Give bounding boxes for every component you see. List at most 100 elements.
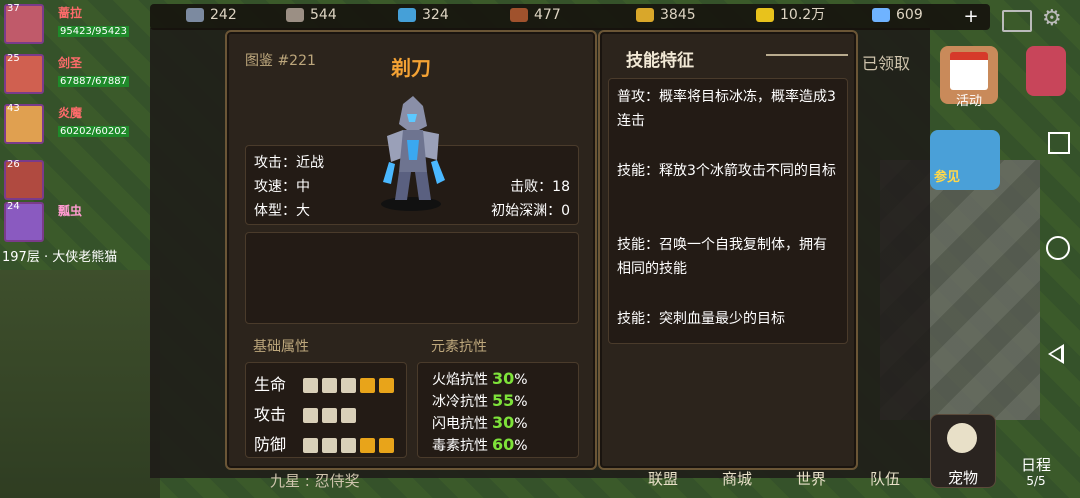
elem-res-title: 元素抗性 <box>431 339 487 355</box>
member-name: 蔷拉 <box>58 6 83 20</box>
chest-icon[interactable] <box>1026 46 1066 96</box>
tab-shop[interactable]: 商城 <box>722 468 752 489</box>
res-value: 30 <box>492 369 515 388</box>
rating-pip <box>360 438 376 453</box>
mail-icon[interactable] <box>1002 10 1032 32</box>
res-row-lightning: 闪电抗性 30% <box>432 413 528 433</box>
pet-button[interactable]: 宠物 <box>930 414 996 488</box>
pet-label: 宠物 <box>947 469 978 487</box>
resource-value: 477 <box>534 7 561 23</box>
join-button[interactable]: 参见 <box>930 130 1000 190</box>
rating-pip <box>303 378 319 393</box>
attr-label: 攻击 <box>254 405 287 424</box>
resource-counter: 544 <box>286 4 337 26</box>
skill-panel: 技能特征 普攻：概率将目标冰冻，概率造成3连击 技能：释放3个冰箭攻击不同的目标… <box>598 30 858 470</box>
party-member[interactable]: 24 瓢虫 <box>4 201 144 242</box>
res-value: 30 <box>492 413 515 432</box>
member-hp: 67887/67887 <box>58 76 129 87</box>
party-member[interactable]: 26 <box>4 159 144 200</box>
body-size: 体型：大 <box>254 203 310 219</box>
attr-rating <box>303 405 360 424</box>
resource-value: 609 <box>896 7 923 23</box>
recent-apps-icon[interactable] <box>1048 132 1070 154</box>
rating-pip <box>341 408 357 423</box>
resource-value: 324 <box>422 7 449 23</box>
monster-portrait <box>381 96 445 211</box>
resource-counter: 324 <box>398 4 449 26</box>
add-diamond-button[interactable]: + <box>962 8 980 26</box>
member-level: 26 <box>7 159 20 170</box>
res-value: 60 <box>492 435 515 454</box>
rating-pip <box>322 438 338 453</box>
back-icon[interactable] <box>1048 344 1064 364</box>
member-name: 炎魔 <box>58 106 83 120</box>
skill-panel-title: 技能特征 <box>626 51 694 71</box>
resource-counter: 10.2万 <box>756 4 825 26</box>
attr-label: 生命 <box>254 375 287 394</box>
floor-label: 197层 · 大侠老熊猫 <box>2 250 118 265</box>
member-name: 瓢虫 <box>58 204 83 218</box>
gear-icon[interactable]: ⚙ <box>1042 6 1062 31</box>
resource-counter: 477 <box>510 4 561 26</box>
schedule-button[interactable]: 日程 5/5 <box>1004 400 1068 490</box>
rating-pip <box>322 408 338 423</box>
title-divider <box>766 54 848 56</box>
rating-pip <box>379 438 395 453</box>
rating-pip <box>379 378 395 393</box>
start-depth: 初始深渊：0 <box>491 203 570 219</box>
paw-icon <box>947 423 977 453</box>
member-level: 24 <box>7 201 20 212</box>
mountain-icon <box>186 8 204 22</box>
tab-world[interactable]: 世界 <box>796 468 826 489</box>
res-label: 冰冷抗性 <box>432 394 488 410</box>
res-row-fire: 火焰抗性 30% <box>432 369 528 389</box>
defeat-count: 击败：18 <box>510 179 570 195</box>
member-hp: 95423/95423 <box>58 26 129 37</box>
resource-counter: 242 <box>186 4 237 26</box>
home-icon[interactable] <box>1046 236 1070 260</box>
description-box <box>245 232 579 324</box>
attr-row-def: 防御 <box>254 431 398 454</box>
res-unit: % <box>514 438 528 454</box>
skill-list: 普攻：概率将目标冰冻，概率造成3连击 技能：释放3个冰箭攻击不同的目标 技能：召… <box>608 78 848 344</box>
join-label: 参见 <box>934 170 961 185</box>
res-value: 55 <box>492 391 515 410</box>
battle-area <box>0 270 160 498</box>
rating-pip <box>341 378 357 393</box>
party-member[interactable]: 43 炎魔 60202/60202 <box>4 103 144 144</box>
resource-value: 544 <box>310 7 337 23</box>
member-level: 25 <box>7 53 20 64</box>
attr-rating <box>303 435 398 454</box>
member-level: 37 <box>7 3 20 14</box>
tab-team[interactable]: 队伍 <box>870 468 900 489</box>
monster-detail-panel: 图鉴 #221 剃刀 攻击：近战 攻速：中 体型：大 击败：18 初始深渊：0 … <box>225 30 597 470</box>
party-member[interactable]: 37 蔷拉 95423/95423 <box>4 3 144 44</box>
member-name: 剑圣 <box>58 56 83 70</box>
rating-pip <box>341 438 357 453</box>
diamond-icon <box>872 8 890 22</box>
schedule-count: 5/5 <box>1026 474 1046 488</box>
rating-pip <box>303 408 319 423</box>
coin-icon <box>756 8 774 22</box>
rating-pip <box>360 378 376 393</box>
res-row-poison: 毒素抗性 60% <box>432 435 528 455</box>
activity-button[interactable]: 活动 <box>940 46 998 109</box>
claimed-label: 已领取 <box>862 54 911 73</box>
rating-pip <box>303 438 319 453</box>
attr-row-hp: 生命 <box>254 371 398 394</box>
res-unit: % <box>514 416 528 432</box>
basic-attr-title: 基础属性 <box>253 339 309 355</box>
schedule-label: 日程 <box>1020 456 1051 474</box>
attack-speed: 攻速：中 <box>254 179 310 195</box>
attr-row-atk: 攻击 <box>254 401 360 424</box>
skill-item: 技能：召唤一个自我复制体，拥有相同的技能 <box>617 237 827 277</box>
tab-alliance[interactable]: 联盟 <box>648 468 678 489</box>
resource-value: 10.2万 <box>780 7 826 23</box>
chat-preview[interactable]: 九星 : 忍侍奖 <box>270 470 360 491</box>
monster-name: 剃刀 <box>391 56 431 80</box>
party-member[interactable]: 25 剑圣 67887/67887 <box>4 53 144 94</box>
attr-label: 防御 <box>254 435 287 454</box>
res-row-ice: 冰冷抗性 55% <box>432 391 528 411</box>
skill-item: 技能：突刺血量最少的目标 <box>617 311 785 327</box>
activity-label: 活动 <box>955 94 982 109</box>
